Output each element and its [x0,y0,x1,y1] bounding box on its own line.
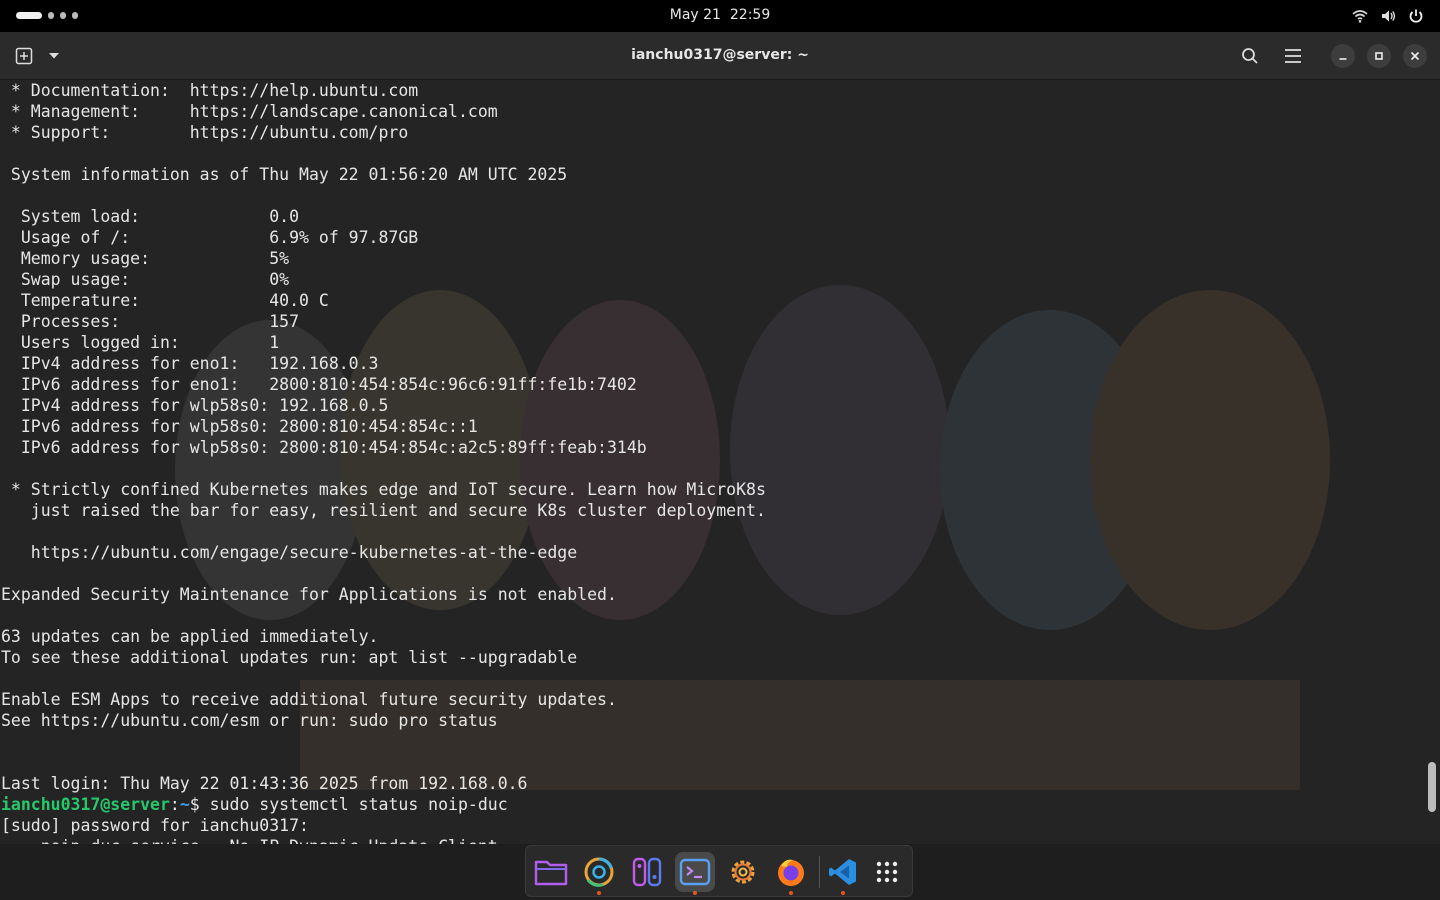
search-button[interactable] [1238,44,1262,68]
running-indicator [597,891,601,895]
close-button[interactable] [1403,44,1427,68]
workspace-indicator[interactable] [72,12,78,19]
terminal-line: * Strictly confined Kubernetes makes edg… [1,480,766,499]
terminal-line: just raised the bar for easy, resilient … [1,501,766,520]
app-switch-icon [632,857,662,887]
prompt-symbol: $ [189,795,210,814]
terminal-icon [679,858,711,886]
dock-settings[interactable] [723,852,763,892]
terminal-line: See https://ubuntu.com/esm or run: sudo … [1,711,498,730]
terminal-line: * Management: https://landscape.canonica… [1,102,498,121]
date-label: May 21 [669,7,721,23]
terminal-line: Last login: Thu May 22 01:43:36 2025 fro… [1,774,528,793]
terminal-line: Users logged in: 1 [1,333,280,352]
terminal-line: Temperature: 40.0 C [1,291,329,310]
time-label: 22:59 [729,7,771,23]
wifi-icon[interactable] [1352,8,1368,24]
terminal-view[interactable]: * Documentation: https://help.ubuntu.com… [0,80,1440,844]
power-icon[interactable] [1408,8,1424,24]
running-indicator [789,891,793,895]
running-indicator [841,891,845,895]
terminal-line: IPv6 address for wlp58s0: 2800:810:454:8… [1,438,647,457]
vscode-icon [829,859,856,885]
dock [525,845,913,897]
terminal-output: * Documentation: https://help.ubuntu.com… [1,80,766,844]
prompt-path: ~ [179,795,190,814]
workspace-indicator[interactable] [48,12,54,19]
terminal-line: System information as of Thu May 22 01:5… [1,165,568,184]
terminal-line: Swap usage: 0% [1,270,290,289]
prompt-line: ianchu0317@server:~$ sudo systemctl stat… [1,794,766,815]
dock-chrome[interactable] [579,852,619,895]
main-menu-button[interactable] [1281,44,1305,68]
search-icon [1242,48,1258,64]
running-indicator [693,891,697,895]
terminal-line: Enable ESM Apps to receive additional fu… [1,690,617,709]
chrome-icon [584,857,614,887]
gear-icon [731,860,755,884]
chevron-down-icon [49,53,59,59]
dock-files[interactable] [531,852,571,892]
app-grid-icon [876,861,898,883]
maximize-icon [1375,52,1383,60]
prompt-command: sudo systemctl status noip-duc [209,795,508,814]
hamburger-menu-icon [1285,49,1301,63]
workspace-indicator[interactable] [60,12,66,19]
terminal-headerbar: ianchu0317@server: ~ [0,32,1440,80]
terminal-line: IPv6 address for wlp58s0: 2800:810:454:8… [1,417,478,436]
dock-vscode[interactable] [823,852,863,895]
sudo-password-prompt: [sudo] password for ianchu0317: [1,816,309,835]
clock: May 21 22:59 [0,0,1440,32]
top-bar: May 21 22:59 [0,0,1440,32]
terminal-line: Usage of /: 6.9% of 97.87GB [1,228,419,247]
dock-firefox[interactable] [771,852,811,895]
prompt-user: ianchu0317@server [1,795,170,814]
dock-separator [819,856,820,888]
folder-icon [534,860,568,886]
clock-button[interactable]: May 21 22:59 [670,7,770,23]
terminal-line: IPv4 address for eno1: 192.168.0.3 [1,354,379,373]
terminal-scrollbar[interactable] [1428,762,1436,812]
tab-menu-button[interactable] [44,46,64,66]
close-icon [1410,51,1420,61]
terminal-line: Memory usage: 5% [1,249,290,268]
maximize-button[interactable] [1367,44,1391,68]
workspace-indicator-active[interactable] [16,12,42,19]
window-title: ianchu0317@server: ~ [0,32,1440,79]
terminal-line: System load: 0.0 [1,207,300,226]
terminal-line: IPv4 address for wlp58s0: 192.168.0.5 [1,396,389,415]
terminal-line: * Support: https://ubuntu.com/pro [1,123,409,142]
new-tab-icon [15,47,33,65]
terminal-line: Processes: 157 [1,312,300,331]
minimize-icon [1339,58,1347,60]
dock-flatseal[interactable] [627,852,667,892]
terminal-line: * Documentation: https://help.ubuntu.com [1,81,419,100]
volume-icon[interactable] [1380,8,1396,24]
terminal-line: To see these additional updates run: apt… [1,648,578,667]
terminal-line: IPv6 address for eno1: 2800:810:454:854c… [1,375,637,394]
firefox-icon [778,859,804,886]
terminal-line-partial: noip-duc.service - No-IP Dynamic Update … [1,836,766,844]
new-tab-button[interactable] [12,44,36,68]
terminal-line: https://ubuntu.com/engage/secure-kuberne… [1,543,578,562]
minimize-button[interactable] [1331,44,1355,68]
window-title-text: ianchu0317@server: ~ [631,47,809,63]
dock-show-apps[interactable] [867,852,907,892]
terminal-line: 63 updates can be applied immediately. [1,627,379,646]
prompt-separator: : [169,795,180,814]
dock-terminal[interactable] [675,852,715,895]
terminal-line: Expanded Security Maintenance for Applic… [1,585,617,604]
